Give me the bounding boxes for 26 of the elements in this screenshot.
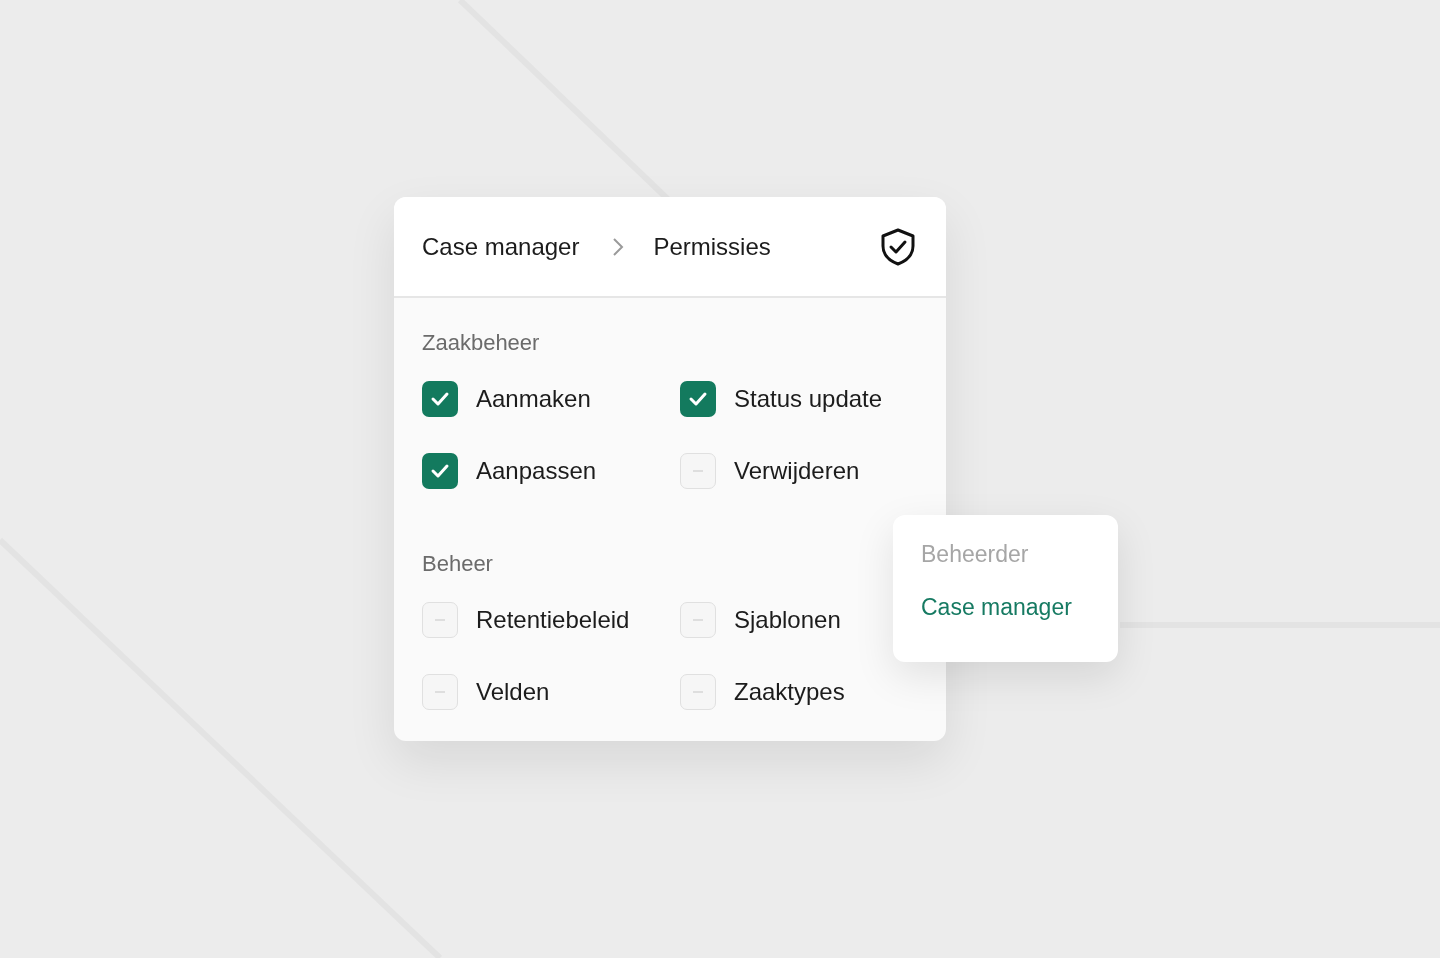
check-icon — [430, 463, 450, 479]
permission-label: Sjablonen — [734, 605, 841, 635]
section-title: Beheer — [422, 550, 494, 578]
page-title: Permissies — [653, 231, 771, 262]
checkbox[interactable] — [680, 674, 716, 710]
checkbox[interactable] — [422, 381, 458, 417]
checkbox[interactable] — [422, 602, 458, 638]
permission-label: Aanmaken — [476, 384, 591, 414]
permission-label: Status update — [734, 384, 883, 414]
check-icon — [430, 391, 450, 407]
checkbox[interactable] — [422, 453, 458, 489]
section-title: Zaakbeheer — [422, 329, 541, 357]
permission-label: Retentiebeleid — [476, 605, 630, 635]
checkbox[interactable] — [680, 602, 716, 638]
permission-label: Zaaktypes — [734, 677, 845, 707]
checkbox[interactable] — [680, 453, 716, 489]
shield-check-icon — [880, 227, 916, 266]
check-icon — [688, 391, 708, 407]
checkbox[interactable] — [680, 381, 716, 417]
permission-label: Aanpassen — [476, 456, 597, 486]
permission-label: Verwijderen — [734, 456, 860, 486]
chevron-icon — [611, 236, 626, 257]
checkbox[interactable] — [422, 674, 458, 710]
permission-label: Velden — [476, 677, 550, 707]
breadcrumb-link[interactable]: Case manager — [422, 228, 580, 265]
role-option[interactable]: Case manager — [921, 596, 1090, 619]
